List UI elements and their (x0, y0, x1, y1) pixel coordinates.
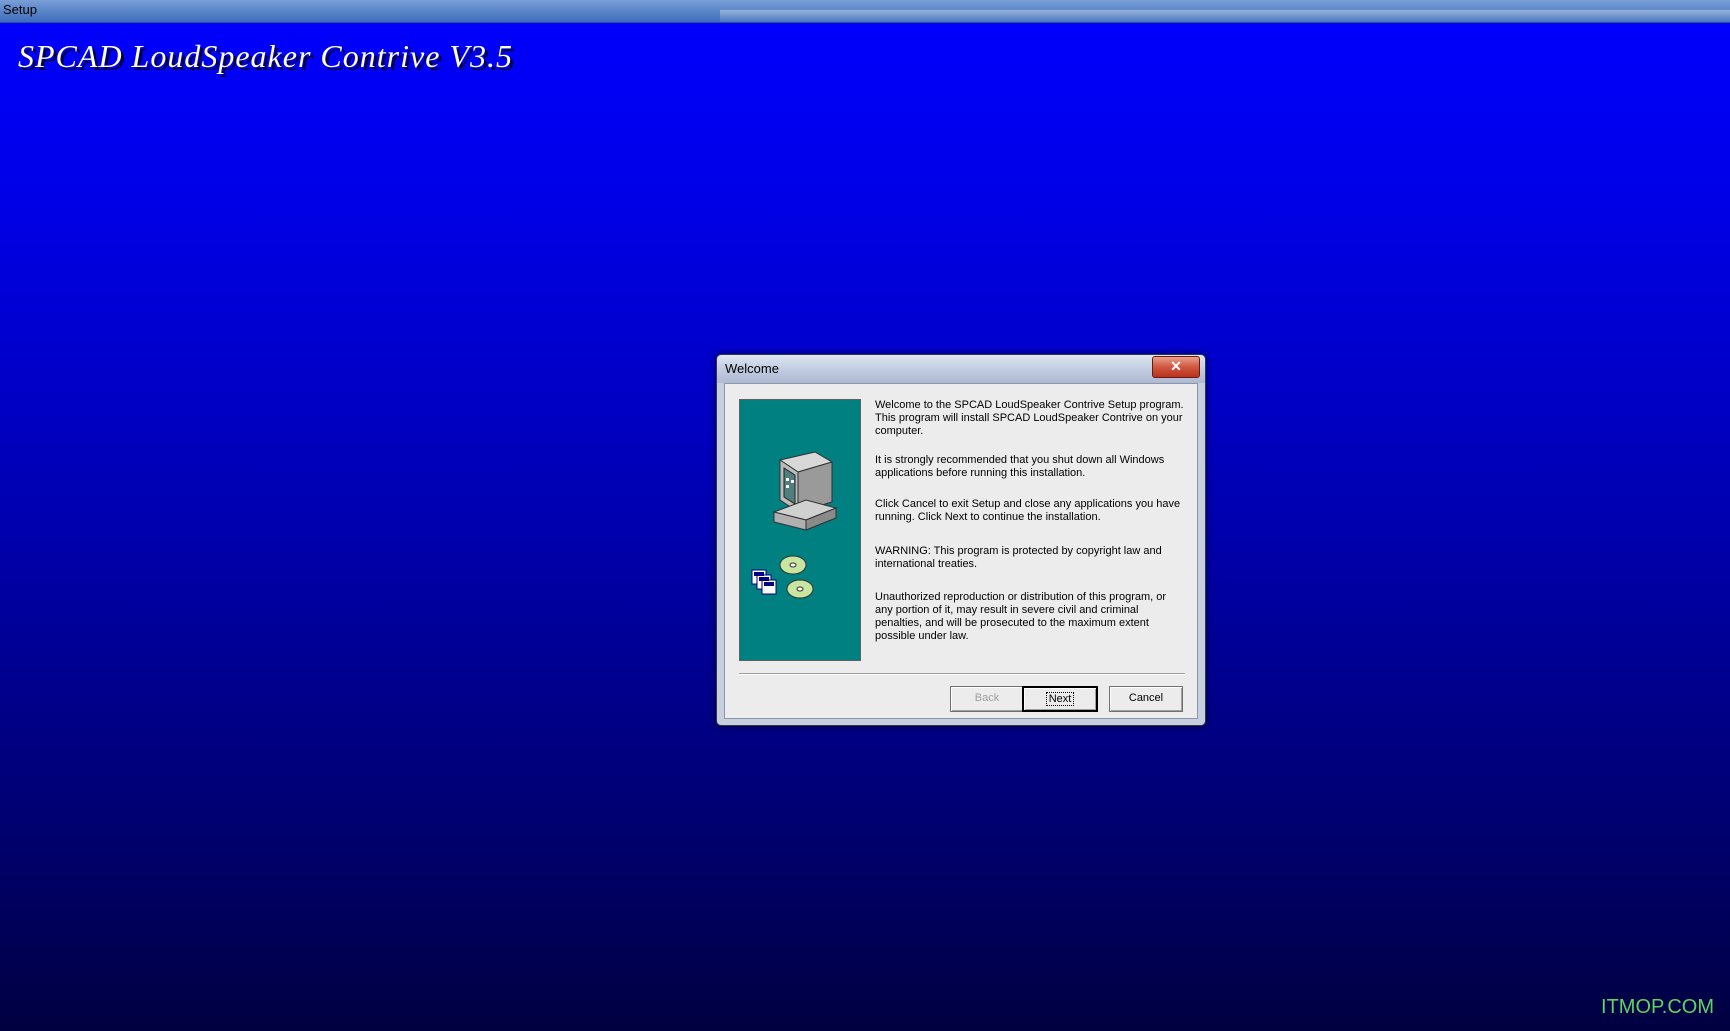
dialog-title-bar[interactable]: Welcome ✕ (717, 355, 1205, 383)
shutdown-recommendation: It is strongly recommended that you shut… (875, 454, 1165, 479)
cancel-button[interactable]: Cancel (1109, 686, 1183, 712)
floppy-disks-icon (751, 569, 777, 595)
welcome-dialog: Welcome ✕ Welcome to the SPCAD LoudSpeak… (716, 354, 1206, 726)
window-title: Setup (3, 2, 37, 17)
back-button-label: Back (974, 692, 1000, 704)
cd-disc-icon (779, 555, 814, 599)
next-button-label: Next (1045, 692, 1075, 706)
intro-paragraph: Welcome to the SPCAD LoudSpeaker Contriv… (875, 399, 1184, 437)
titlebar-gloss (720, 10, 1730, 22)
legal-notice: Unauthorized reproduction or distributio… (875, 591, 1167, 642)
back-button[interactable]: Back (950, 686, 1024, 712)
cancel-next-instructions: Click Cancel to exit Setup and close any… (875, 498, 1181, 523)
cancel-button-label: Cancel (1128, 692, 1164, 704)
dialog-body: Welcome to the SPCAD LoudSpeaker Contriv… (724, 383, 1198, 719)
installer-banner-title: SPCAD LoudSpeaker Contrive V3.5 (18, 38, 513, 74)
setup-side-image (739, 399, 861, 661)
copyright-warning: WARNING: This program is protected by co… (875, 545, 1162, 570)
taskbar-titlebar: Setup (0, 0, 1730, 23)
next-button[interactable]: Next (1022, 686, 1098, 712)
watermark-text: ITMOP.COM (1601, 996, 1714, 1018)
button-divider (739, 673, 1185, 675)
computer-icon (772, 451, 838, 531)
dialog-title: Welcome (725, 361, 779, 376)
close-button[interactable]: ✕ (1152, 356, 1200, 378)
close-icon: ✕ (1170, 358, 1182, 374)
